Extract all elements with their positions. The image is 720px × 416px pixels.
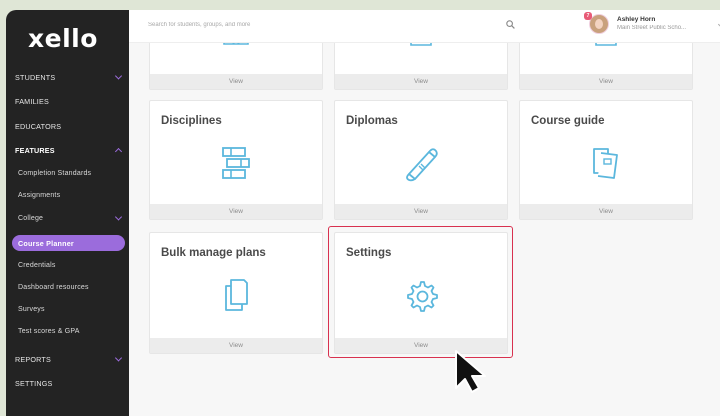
sidebar-item-label: Dashboard resources (18, 283, 89, 291)
sidebar-item-test-scores[interactable]: Test scores & GPA (6, 322, 129, 340)
mouse-cursor-icon (455, 350, 486, 393)
user-school: Main Street Public Scho... (617, 25, 687, 31)
stacked-books-icon (222, 147, 250, 179)
sidebar-item-assignments[interactable]: Assignments (6, 186, 129, 204)
sidebar-item-label: SETTINGS (15, 378, 53, 388)
xello-logo[interactable]: xello (28, 24, 98, 53)
view-button[interactable]: View (520, 204, 692, 219)
documents-icon (225, 279, 248, 311)
sidebar-item-families[interactable]: FAMILIES (6, 92, 129, 110)
avatar[interactable] (589, 14, 609, 34)
sidebar-item-students[interactable]: STUDENTS (6, 68, 129, 86)
sidebar-item-label: EDUCATORS (15, 121, 62, 131)
sidebar: xello STUDENTS FAMILIES EDUCATORS FEATUR… (6, 10, 129, 416)
app-window: xello STUDENTS FAMILIES EDUCATORS FEATUR… (6, 10, 720, 416)
sidebar-item-label: Completion Standards (18, 169, 92, 177)
sidebar-item-label: College (18, 214, 44, 222)
chevron-down-icon (114, 213, 123, 221)
sidebar-item-educators[interactable]: EDUCATORS (6, 117, 129, 135)
course-guide-icon (593, 148, 618, 179)
sidebar-item-completion-standards[interactable]: Completion Standards (6, 164, 129, 182)
bulk-manage-plans-card[interactable]: Bulk manage plans View (149, 232, 323, 354)
course-guide-card[interactable]: Course guide View (519, 100, 693, 220)
sidebar-item-label: Assignments (18, 191, 61, 199)
sidebar-item-label: Course Planner (18, 238, 74, 248)
sidebar-item-course-planner[interactable]: Course Planner (12, 235, 125, 251)
card-title: Disciplines (161, 115, 222, 127)
settings-card-highlight (328, 226, 513, 358)
sidebar-item-label: Surveys (18, 305, 45, 313)
avatar-face (595, 19, 603, 29)
chevron-down-icon (114, 72, 123, 80)
sidebar-item-surveys[interactable]: Surveys (6, 300, 129, 318)
sidebar-item-dashboard-resources[interactable]: Dashboard resources (6, 278, 129, 296)
chevron-up-icon (114, 147, 123, 156)
sidebar-item-college[interactable]: College (6, 209, 129, 227)
notification-badge[interactable]: 7 (584, 12, 592, 20)
view-button[interactable]: View (150, 204, 322, 219)
disciplines-card[interactable]: Disciplines View (149, 100, 323, 220)
card-title: Course guide (531, 115, 605, 127)
sidebar-item-label: FAMILIES (15, 96, 49, 106)
view-button[interactable]: View (150, 74, 322, 89)
search-icon[interactable] (506, 20, 515, 29)
card-title: Bulk manage plans (161, 247, 266, 259)
view-button[interactable]: View (335, 204, 507, 219)
sidebar-item-settings[interactable]: SETTINGS (6, 374, 129, 392)
sidebar-item-label: STUDENTS (15, 72, 56, 82)
user-name[interactable]: Ashley Horn (617, 16, 655, 23)
sidebar-item-label: Credentials (18, 261, 56, 269)
top-bar: 7 Ashley Horn Main Street Public Scho... (129, 10, 720, 43)
view-button[interactable]: View (150, 338, 322, 353)
sidebar-item-label: FEATURES (15, 145, 55, 155)
diploma-scroll-icon (406, 148, 438, 182)
view-button[interactable]: View (335, 74, 507, 89)
chevron-down-icon (114, 354, 123, 362)
card-title: Diplomas (346, 115, 398, 127)
sidebar-item-label: Test scores & GPA (18, 327, 80, 335)
diplomas-card[interactable]: Diplomas View (334, 100, 508, 220)
sidebar-item-reports[interactable]: REPORTS (6, 350, 129, 368)
sidebar-item-features[interactable]: FEATURES (6, 141, 129, 159)
sidebar-item-label: REPORTS (15, 354, 52, 364)
view-button[interactable]: View (520, 74, 692, 89)
sidebar-item-credentials[interactable]: Credentials (6, 256, 129, 274)
search-input[interactable] (148, 18, 508, 32)
